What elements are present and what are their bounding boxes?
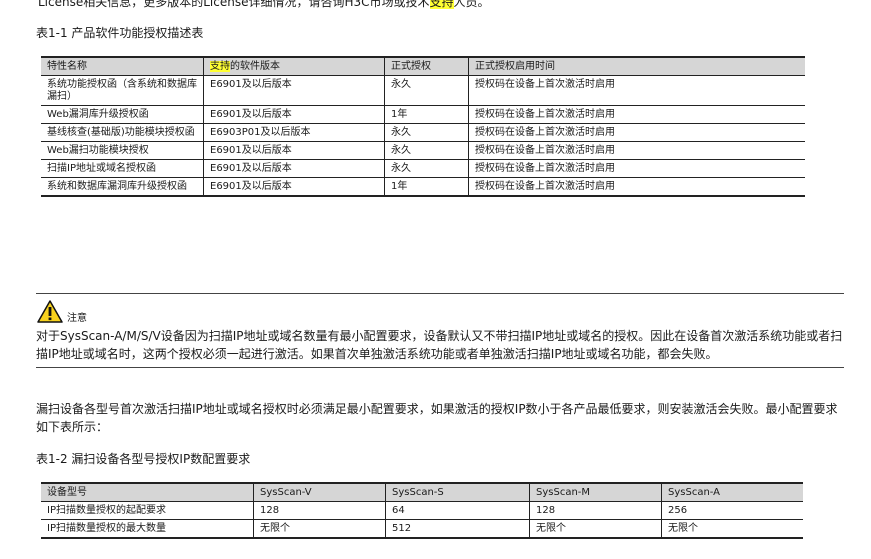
table-row: Web漏扫功能模块授权 E6901及以后版本 永久 授权码在设备上首次激活时启用 bbox=[41, 141, 805, 160]
note-text: 对于SysScan-A/M/S/V设备因为扫描IP地址或域名数量有最小配置要求，… bbox=[36, 329, 843, 361]
note-bottom-rule bbox=[36, 367, 844, 368]
header-cell: 设备型号 bbox=[41, 482, 254, 502]
table-header-row: 设备型号 SysScan-V SysScan-S SysScan-M SysSc… bbox=[41, 482, 803, 502]
body-paragraph: 漏扫设备各型号首次激活扫描IP地址或域名授权时必须满足最小配置要求，如果激活的授… bbox=[36, 402, 838, 434]
table-header-row: 特性名称 支持的软件版本 正式授权 正式授权启用时间 bbox=[41, 56, 805, 76]
table-row: IP扫描数量授权的起配要求 128 64 128 256 bbox=[41, 501, 803, 520]
table-row: 系统和数据库漏洞库升级授权函 E6901及以后版本 1年 授权码在设备上首次激活时启用 bbox=[41, 177, 805, 197]
header-cell: SysScan-M bbox=[529, 482, 662, 502]
note-top-rule bbox=[36, 293, 844, 294]
table-row: IP扫描数量授权的最大数量 无限个 512 无限个 无限个 bbox=[41, 519, 803, 539]
note-label: 注意 bbox=[67, 313, 87, 324]
license-table: 特性名称 支持的软件版本 正式授权 正式授权启用时间 系统功能授权函（含系统和数… bbox=[41, 56, 805, 197]
highlight-support: 支持 bbox=[429, 0, 454, 9]
header-cell: 特性名称 bbox=[41, 56, 204, 76]
warning-triangle-icon bbox=[37, 300, 63, 323]
table-row: 系统功能授权函（含系统和数据库漏扫） E6901及以后版本 永久 授权码在设备上首次激… bbox=[41, 75, 805, 106]
header-cell: SysScan-A bbox=[661, 482, 803, 502]
header-cell: 正式授权 bbox=[384, 56, 469, 76]
ip-requirement-table: 设备型号 SysScan-V SysScan-S SysScan-M SysSc… bbox=[41, 482, 803, 539]
header-cell: 支持的软件版本 bbox=[203, 56, 385, 76]
header-cell: SysScan-V bbox=[253, 482, 386, 502]
table1-caption: 表1-1 产品软件功能授权描述表 bbox=[36, 26, 204, 40]
intro-text: License相关信息，更多版本的License详细情况，请咨询H3C市场或技术… bbox=[38, 0, 490, 10]
table-row: Web漏洞库升级授权函 E6901及以后版本 1年 授权码在设备上首次激活时启用 bbox=[41, 105, 805, 124]
table2-caption: 表1-2 漏扫设备各型号授权IP数配置要求 bbox=[36, 452, 251, 466]
table-row: 基线核查(基础版)功能模块授权函 E6903P01及以后版本 永久 授权码在设备上首次… bbox=[41, 123, 805, 142]
table-row: 扫描IP地址或域名授权函 E6901及以后版本 永久 授权码在设备上首次激活时启用 bbox=[41, 159, 805, 178]
header-cell: SysScan-S bbox=[385, 482, 530, 502]
header-cell: 正式授权启用时间 bbox=[468, 56, 805, 76]
